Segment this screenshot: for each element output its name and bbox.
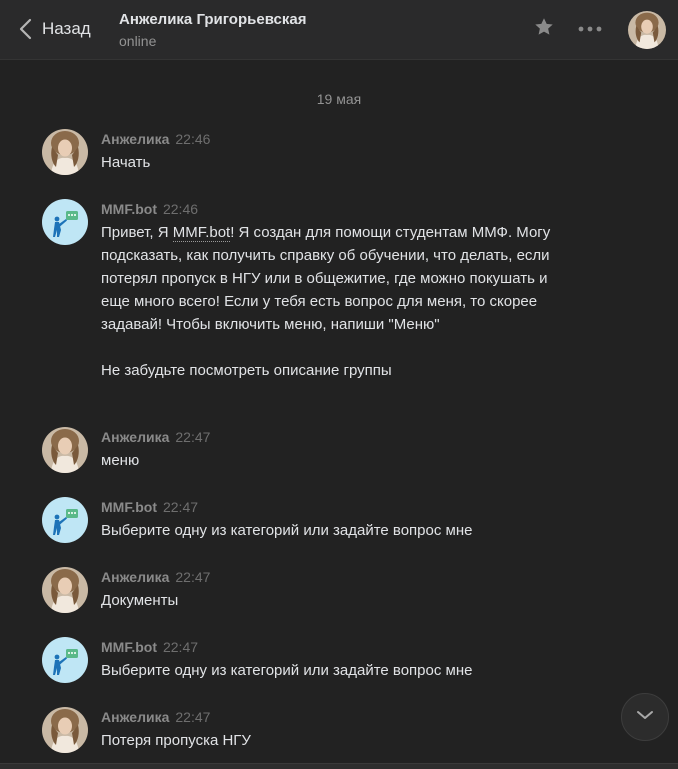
avatar[interactable] xyxy=(42,707,88,753)
message-author[interactable]: MMF.bot xyxy=(101,499,157,515)
message-text-fragment: Привет, Я xyxy=(101,224,173,241)
avatar[interactable] xyxy=(42,427,88,473)
message-meta: Анжелика 22:47 xyxy=(101,428,210,447)
back-label: Назад xyxy=(42,19,91,38)
message-author[interactable]: Анжелика xyxy=(101,131,169,147)
avatar[interactable] xyxy=(42,129,88,175)
message-meta: Анжелика 22:47 xyxy=(101,708,210,727)
message-meta: Анжелика 22:47 xyxy=(101,568,210,587)
star-icon xyxy=(533,16,555,43)
message-text: Документы xyxy=(101,589,571,612)
message-author[interactable]: Анжелика xyxy=(101,429,169,445)
message-meta: MMF.bot 22:47 xyxy=(101,498,198,517)
more-button[interactable] xyxy=(575,16,605,42)
date-separator: 19 мая xyxy=(316,91,362,107)
header-avatar[interactable] xyxy=(628,11,666,49)
message-text: Потеря пропуска НГУ xyxy=(101,729,571,752)
chevron-left-icon xyxy=(16,17,34,41)
message-author[interactable]: MMF.bot xyxy=(101,639,157,655)
message-meta: MMF.bot 22:46 xyxy=(101,200,198,219)
message-time: 22:47 xyxy=(175,709,211,725)
chat-window: Назад Анжелика Григорьевская online 19 м… xyxy=(0,0,678,769)
message-author[interactable]: MMF.bot xyxy=(101,201,157,217)
avatar[interactable] xyxy=(42,567,88,613)
message-time: 22:47 xyxy=(162,499,199,515)
chat-header: Назад Анжелика Григорьевская online xyxy=(0,0,678,60)
message-meta: Анжелика 22:46 xyxy=(101,130,210,149)
message-footer: Не забудьте посмотреть описание группы xyxy=(101,362,392,379)
message-author[interactable]: Анжелика xyxy=(101,709,169,725)
scroll-down-button[interactable] xyxy=(621,693,669,741)
avatar[interactable] xyxy=(42,637,88,683)
message-line: Начать xyxy=(101,154,151,171)
message-time: 22:46 xyxy=(175,131,211,147)
avatar[interactable] xyxy=(42,199,88,245)
chat-title: Анжелика Григорьевская xyxy=(119,11,307,28)
message-text: Привет, Я MMF.bot! Я создан для помощи с… xyxy=(101,221,571,382)
composer-edge xyxy=(0,763,678,769)
message-text: Начать xyxy=(101,151,571,174)
bot-link[interactable]: MMF.bot xyxy=(172,224,231,242)
chevron-down-icon xyxy=(635,708,655,726)
message-time: 22:47 xyxy=(162,639,199,655)
favorite-button[interactable] xyxy=(531,16,557,42)
message-text: Выберите одну из категорий или задайте в… xyxy=(101,659,571,682)
message-time: 22:47 xyxy=(175,429,211,445)
chat-title-block[interactable]: Анжелика Григорьевская online xyxy=(119,10,307,51)
message-line: Выберите одну из категорий или задайте в… xyxy=(101,662,473,679)
chat-status: online xyxy=(119,33,157,49)
message-time: 22:47 xyxy=(175,569,211,585)
more-dots-icon xyxy=(577,20,603,38)
message-line: меню xyxy=(101,452,140,469)
message-line: Потеря пропуска НГУ xyxy=(101,732,251,749)
message-line: Документы xyxy=(101,592,179,609)
message-time: 22:46 xyxy=(162,201,199,217)
message-text: Выберите одну из категорий или задайте в… xyxy=(101,519,571,542)
back-button[interactable]: Назад xyxy=(0,0,110,58)
message-text: меню xyxy=(101,449,571,472)
avatar[interactable] xyxy=(42,497,88,543)
message-line: Выберите одну из категорий или задайте в… xyxy=(101,522,473,539)
message-meta: MMF.bot 22:47 xyxy=(101,638,198,657)
message-body: Привет, Я MMF.bot! Я создан для помощи с… xyxy=(101,221,571,336)
message-author[interactable]: Анжелика xyxy=(101,569,169,585)
